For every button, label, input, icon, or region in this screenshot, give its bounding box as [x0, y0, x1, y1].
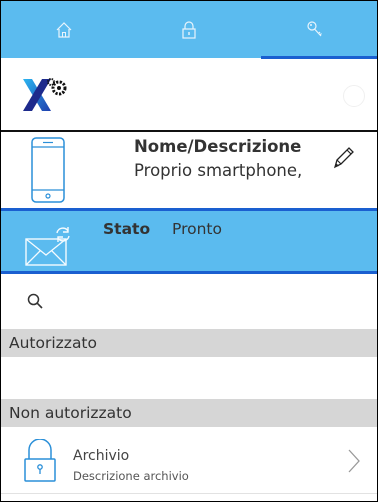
- device-info-row: Nome/Descrizione Proprio smartphone,: [1, 132, 377, 208]
- search-icon: [27, 293, 43, 309]
- tab-bar: [1, 1, 377, 59]
- authorized-list: [1, 357, 377, 399]
- search-input[interactable]: [51, 287, 361, 317]
- app-logo: [23, 78, 67, 111]
- pencil-icon[interactable]: [331, 145, 355, 171]
- tab-home[interactable]: [1, 1, 126, 58]
- status-label: Stato: [103, 220, 151, 238]
- tab-keys[interactable]: [252, 1, 377, 58]
- name-value: Proprio smartphone,: [134, 161, 303, 180]
- lock-icon: [181, 20, 196, 39]
- list-item[interactable]: Archivio Descrizione archivio: [1, 428, 377, 494]
- key-icon: [306, 20, 322, 36]
- item-subtitle: Descrizione archivio: [73, 469, 189, 483]
- name-label: Nome/Descrizione: [134, 137, 302, 156]
- section-header-not-authorized: Non autorizzato: [1, 399, 377, 427]
- padlock-icon: [24, 439, 56, 482]
- status-value: Pronto: [172, 220, 222, 238]
- item-title: Archivio: [73, 448, 130, 464]
- home-icon: [56, 21, 71, 38]
- chevron-right-icon: [348, 449, 360, 473]
- search-row: [1, 277, 377, 327]
- tab-lock[interactable]: [126, 1, 251, 58]
- device-header: [1, 59, 377, 130]
- status-bar: Stato Pronto: [1, 208, 377, 274]
- section-header-authorized: Autorizzato: [1, 329, 377, 357]
- mail-sync-icon: [25, 227, 70, 266]
- select-radio[interactable]: [343, 85, 365, 107]
- smartphone-icon: [31, 137, 65, 203]
- app-frame: Nome/Descrizione Proprio smartphone, Sta…: [1, 1, 377, 501]
